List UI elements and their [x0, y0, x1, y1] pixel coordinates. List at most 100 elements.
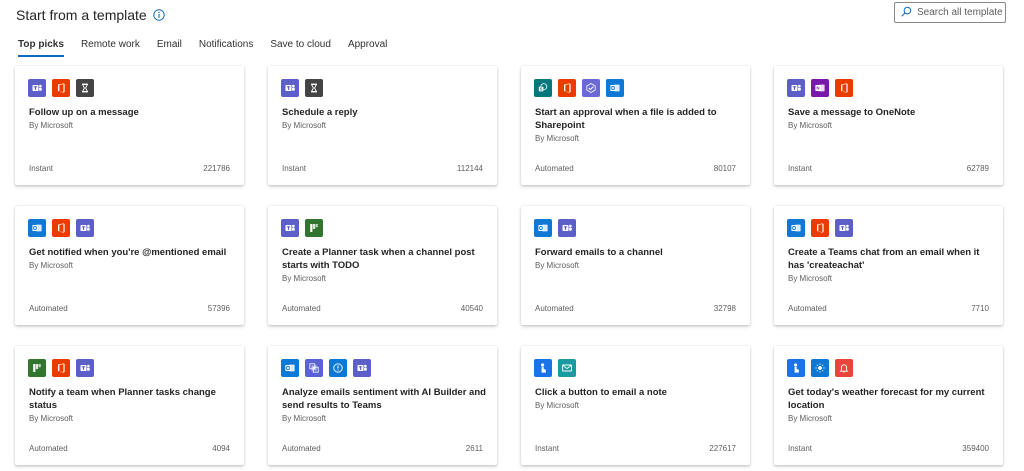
template-card[interactable]: S Start an approval when a file is added …	[521, 66, 750, 185]
template-usage-count: 359400	[962, 444, 989, 453]
template-author: By Microsoft	[535, 401, 580, 410]
template-title: Forward emails to a channel	[535, 247, 663, 258]
teams-icon	[558, 219, 576, 237]
template-author: By Microsoft	[788, 121, 833, 130]
template-type: Automated	[535, 164, 574, 173]
connector-icons: S	[534, 79, 624, 97]
approvals-icon	[582, 79, 600, 97]
svg-text:S: S	[540, 87, 543, 92]
template-card[interactable]: Schedule a reply By Microsoft Instant 11214…	[268, 66, 497, 185]
template-card[interactable]: N Save a message to OneNote By Microsoft In…	[774, 66, 1003, 185]
outlook-icon	[281, 359, 299, 377]
template-title: Analyze emails sentiment with AI Builder…	[282, 387, 486, 411]
search-icon	[901, 4, 912, 22]
template-type: Instant	[535, 444, 560, 453]
teams-icon	[76, 219, 94, 237]
tab-email[interactable]: Email	[157, 39, 182, 57]
template-card[interactable]: Create a Teams chat from an email when i…	[774, 206, 1003, 325]
connector-icons	[281, 219, 323, 237]
delay-icon	[305, 79, 323, 97]
template-usage-count: 7710	[971, 304, 989, 313]
template-author: By Microsoft	[788, 414, 833, 423]
tab-notifications[interactable]: Notifications	[199, 39, 253, 57]
category-tabs: Top picks Remote work Email Notifications Sa…	[18, 39, 404, 57]
template-author: By Microsoft	[29, 261, 74, 270]
template-card[interactable]: Follow up on a message By Microsoft Instan…	[15, 66, 244, 185]
tab-save-to-cloud[interactable]: Save to cloud	[270, 39, 331, 57]
planner-icon	[305, 219, 323, 237]
teams-icon	[76, 359, 94, 377]
tab-approval[interactable]: Approval	[348, 39, 387, 57]
page-title: Start from a template	[16, 7, 165, 23]
office-icon	[811, 219, 829, 237]
button-icon	[787, 359, 805, 377]
template-usage-count: 57396	[207, 304, 230, 313]
template-usage-count: 62789	[966, 164, 989, 173]
tab-top-picks[interactable]: Top picks	[18, 39, 64, 57]
connector-icons	[281, 359, 371, 377]
template-title: Notify a team when Planner tasks change …	[29, 387, 216, 411]
template-title: Create a Planner task when a channel pos…	[282, 247, 475, 271]
outlook-icon	[787, 219, 805, 237]
teams-icon	[281, 79, 299, 97]
teams-icon	[787, 79, 805, 97]
template-title: Start an approval when a file is added t…	[535, 107, 717, 131]
template-title: Get today's weather forecast for my curr…	[788, 387, 985, 411]
template-type: Instant	[282, 164, 307, 173]
template-usage-count: 4094	[212, 444, 230, 453]
button-icon	[534, 359, 552, 377]
template-author: By Microsoft	[282, 274, 327, 283]
search-box[interactable]	[894, 2, 1006, 23]
connector-icons: N	[787, 79, 853, 97]
template-title: Save a message to OneNote	[788, 107, 916, 118]
teams-icon	[28, 79, 46, 97]
template-author: By Microsoft	[535, 134, 580, 143]
mail-icon	[558, 359, 576, 377]
ai-builder-icon	[305, 359, 323, 377]
template-grid: Follow up on a message By Microsoft Instan…	[15, 66, 1019, 465]
template-card[interactable]: Get notified when you're @mentioned emai…	[15, 206, 244, 325]
svg-text:N: N	[816, 86, 819, 91]
connector-icons	[534, 219, 576, 237]
template-type: Instant	[788, 164, 813, 173]
template-type: Automated	[29, 304, 68, 313]
template-title: Schedule a reply	[282, 107, 358, 118]
template-type: Instant	[788, 444, 813, 453]
template-usage-count: 32798	[713, 304, 736, 313]
template-title: Get notified when you're @mentioned emai…	[29, 247, 227, 258]
teams-icon	[353, 359, 371, 377]
template-title: Click a button to email a note	[535, 387, 667, 398]
template-title: Create a Teams chat from an email when i…	[788, 247, 980, 271]
template-usage-count: 112144	[456, 164, 483, 173]
template-card[interactable]: Analyze emails sentiment with AI Builder…	[268, 346, 497, 465]
template-card[interactable]: Forward emails to a channel By Microsoft A…	[521, 206, 750, 325]
template-type: Automated	[788, 304, 827, 313]
template-author: By Microsoft	[282, 414, 327, 423]
page-title-text: Start from a template	[16, 7, 147, 23]
planner-icon	[28, 359, 46, 377]
office-icon	[835, 79, 853, 97]
template-usage-count: 227617	[709, 444, 736, 453]
weather-icon	[811, 359, 829, 377]
template-usage-count: 40540	[460, 304, 483, 313]
teams-icon	[281, 219, 299, 237]
template-card[interactable]: Click a button to email a note By Microso…	[521, 346, 750, 465]
template-type: Instant	[29, 164, 54, 173]
delay-icon	[76, 79, 94, 97]
template-card[interactable]: Create a Planner task when a channel pos…	[268, 206, 497, 325]
template-usage-count: 80107	[713, 164, 736, 173]
search-input[interactable]	[917, 7, 1003, 18]
connector-icons	[787, 219, 853, 237]
template-card[interactable]: Get today's weather forecast for my curr…	[774, 346, 1003, 465]
office-icon	[52, 79, 70, 97]
template-type: Automated	[282, 304, 321, 313]
connector-icons	[28, 79, 94, 97]
template-card[interactable]: Notify a team when Planner tasks change …	[15, 346, 244, 465]
info-icon[interactable]	[153, 9, 165, 21]
notifications-icon	[329, 359, 347, 377]
template-title: Follow up on a message	[29, 107, 139, 118]
template-author: By Microsoft	[535, 261, 580, 270]
tab-remote-work[interactable]: Remote work	[81, 39, 140, 57]
connector-icons	[28, 219, 94, 237]
template-author: By Microsoft	[29, 121, 74, 130]
